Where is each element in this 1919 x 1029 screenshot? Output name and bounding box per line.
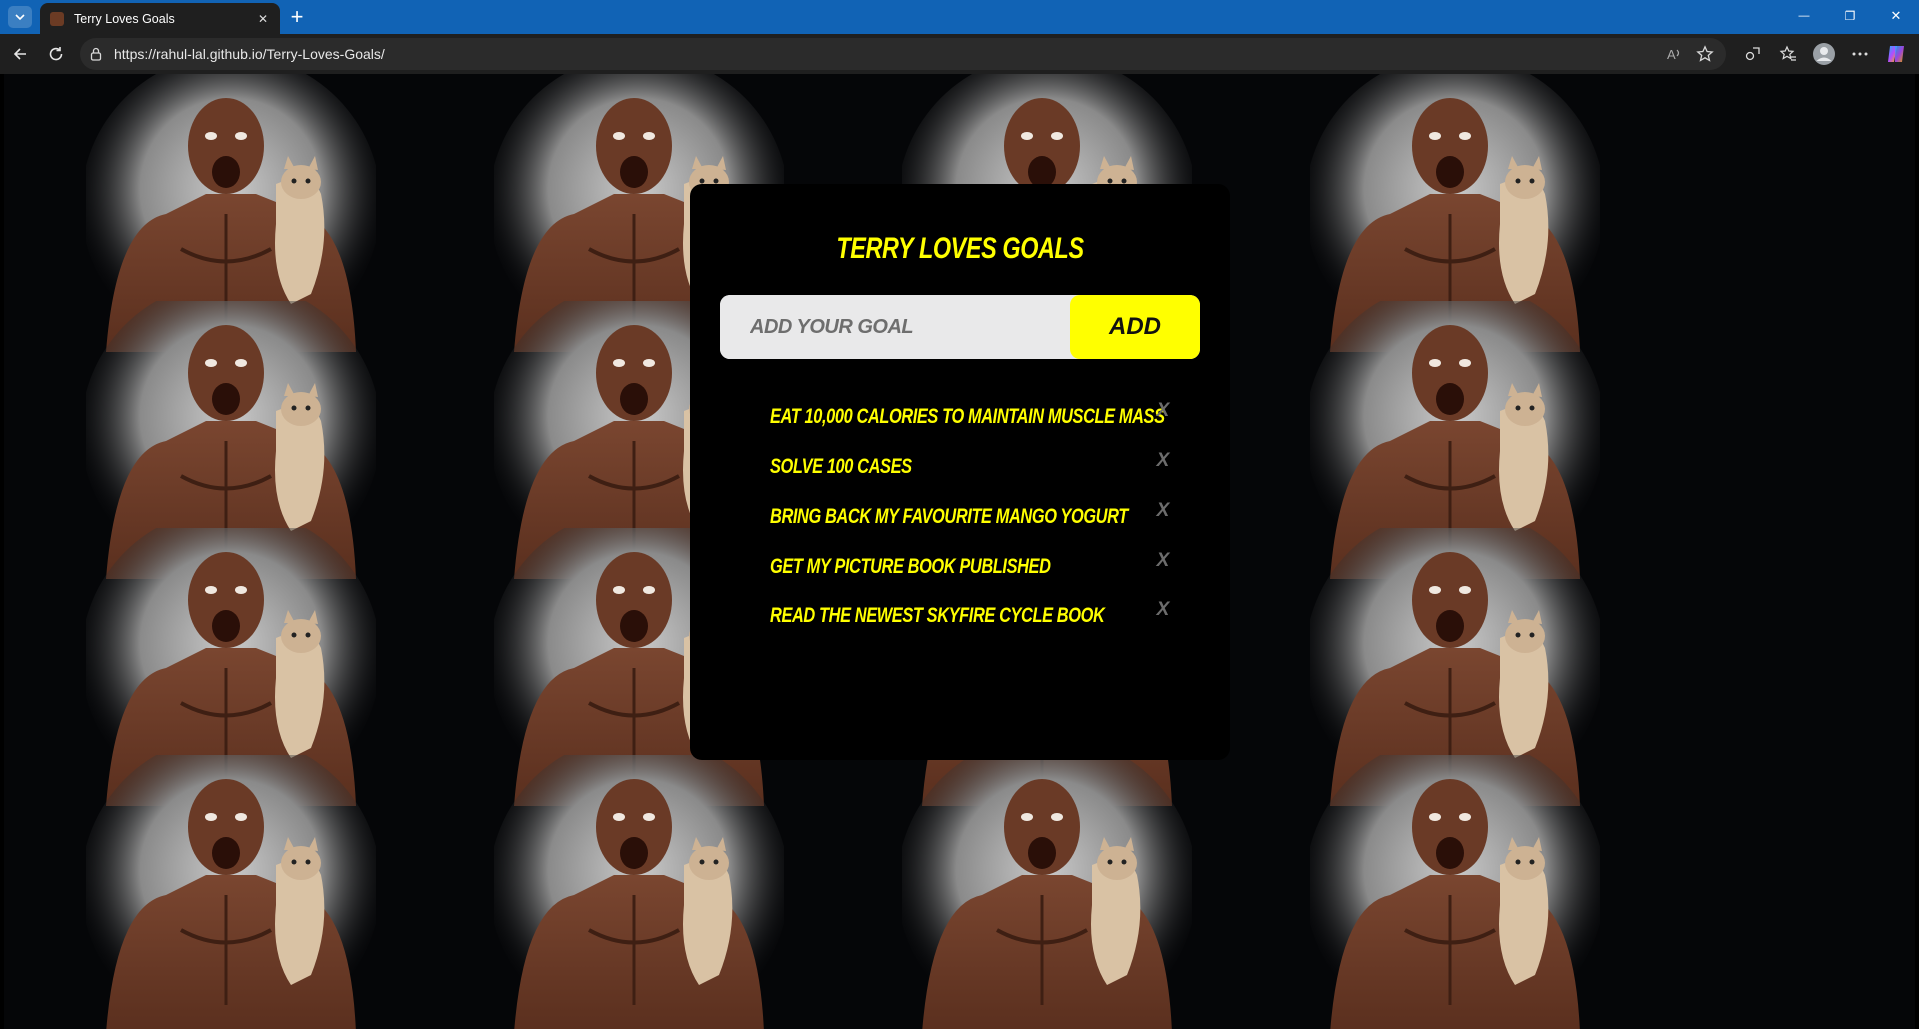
remove-goal-button[interactable]: X	[1150, 547, 1176, 575]
goal-item: EAT 10,000 CALORIES TO MAINTAIN MUSCLE M…	[770, 397, 1210, 433]
favorite-star-icon	[1696, 45, 1714, 62]
remove-goal-button[interactable]: X	[1150, 497, 1176, 525]
browser-tab-active[interactable]: Terry Loves Goals ✕	[40, 3, 280, 34]
add-favorite-button[interactable]	[1694, 43, 1716, 65]
add-goal-form: ADD	[720, 295, 1200, 359]
copilot-icon	[1888, 46, 1904, 62]
svg-text:A: A	[1667, 47, 1676, 62]
restore-icon: ❐	[1844, 9, 1856, 23]
goal-item: BRING BACK MY FAVOURITE MANGO YOGURT X	[770, 497, 1210, 533]
profile-button[interactable]	[1810, 40, 1838, 68]
read-aloud-icon: A	[1667, 47, 1680, 62]
refresh-button[interactable]	[42, 40, 70, 68]
site-favicon-icon	[50, 11, 64, 26]
extensions-icon	[1745, 47, 1760, 61]
profile-icon	[1813, 43, 1835, 65]
close-icon: ✕	[257, 11, 269, 26]
remove-goal-button[interactable]: X	[1150, 397, 1176, 425]
remove-goal-button[interactable]: X	[1150, 447, 1176, 475]
minimize-window-button[interactable]: —	[1781, 0, 1827, 32]
plus-icon: +	[290, 4, 304, 29]
browser-titlebar: Terry Loves Goals ✕ + — ❐ ✕	[0, 0, 1919, 34]
background-photo-tile	[1310, 755, 1600, 1029]
background-photo-tile	[86, 755, 376, 1029]
minimize-icon: —	[1798, 10, 1810, 22]
url-text: https://rahul-lal.github.io/Terry-Loves-…	[114, 46, 385, 62]
favorites-button[interactable]	[1774, 40, 1802, 68]
chevron-down-icon	[15, 14, 25, 21]
back-arrow-icon	[13, 48, 26, 60]
goal-text: EAT 10,000 CALORIES TO MAINTAIN MUSCLE M…	[770, 405, 1165, 428]
refresh-icon	[49, 47, 63, 61]
goal-text: READ THE NEWEST SKYFIRE CYCLE BOOK	[770, 604, 1105, 627]
add-goal-button[interactable]: ADD	[1070, 295, 1200, 359]
favorites-icon	[1779, 45, 1796, 61]
app-title: TERRY LOVES GOALS	[836, 232, 1084, 265]
extensions-button[interactable]	[1739, 40, 1767, 68]
goal-text: BRING BACK MY FAVOURITE MANGO YOGURT	[770, 505, 1128, 528]
goal-item: READ THE NEWEST SKYFIRE CYCLE BOOK X	[770, 596, 1210, 632]
copilot-button[interactable]	[1882, 40, 1910, 68]
goal-item: SOLVE 100 CASES X	[770, 447, 1210, 483]
goal-item: GET MY PICTURE BOOK PUBLISHED X	[770, 547, 1210, 583]
settings-more-button[interactable]	[1846, 40, 1874, 68]
goal-text: SOLVE 100 CASES	[770, 455, 912, 478]
close-icon: ✕	[1890, 8, 1902, 23]
remove-goal-button[interactable]: X	[1150, 596, 1176, 624]
tab-close-button[interactable]: ✕	[252, 8, 274, 30]
goals-card: TERRY LOVES GOALS ADD EAT 10,000 CALORIE…	[690, 184, 1230, 760]
background-photo-tile	[494, 755, 784, 1029]
goal-input[interactable]	[720, 295, 1070, 359]
browser-toolbar: https://rahul-lal.github.io/Terry-Loves-…	[0, 34, 1919, 74]
background-photo-tile	[902, 755, 1192, 1029]
goal-text: GET MY PICTURE BOOK PUBLISHED	[770, 555, 1051, 578]
close-window-button[interactable]: ✕	[1873, 0, 1919, 32]
address-bar[interactable]: https://rahul-lal.github.io/Terry-Loves-…	[80, 38, 1726, 70]
back-button[interactable]	[6, 40, 34, 68]
tab-actions-menu-button[interactable]	[8, 6, 32, 28]
page-viewport: TERRY LOVES GOALS ADD EAT 10,000 CALORIE…	[4, 74, 1915, 1029]
read-aloud-button[interactable]: A	[1664, 43, 1686, 65]
lock-icon	[90, 47, 102, 61]
new-tab-button[interactable]: +	[284, 5, 310, 29]
restore-window-button[interactable]: ❐	[1827, 0, 1873, 32]
tab-title: Terry Loves Goals	[74, 11, 175, 26]
more-icon	[1852, 52, 1868, 56]
